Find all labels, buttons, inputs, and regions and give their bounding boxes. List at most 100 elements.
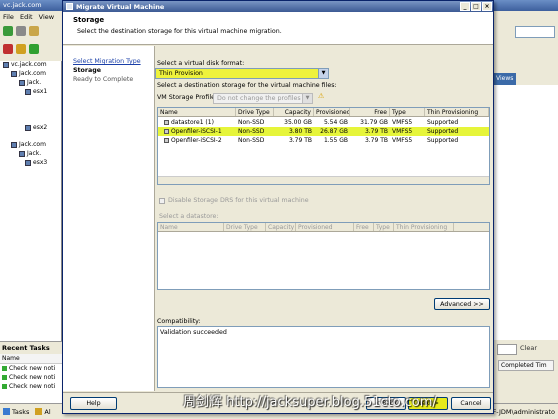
alarms-tab[interactable]: Al [44, 408, 50, 416]
recent-tasks-title: Recent Tasks [0, 342, 62, 354]
wizard-steps-nav: Select Migration Type Storage Ready to C… [63, 46, 155, 391]
host-icon [25, 124, 31, 131]
tree-item[interactable]: Jack. [19, 79, 41, 86]
completed-time-column[interactable]: Completed Tim [498, 360, 554, 371]
stop-icon[interactable] [3, 44, 13, 54]
background-toolbar [0, 23, 62, 61]
tree-item[interactable]: esx3 [25, 159, 47, 166]
datastore-icon [164, 138, 169, 143]
task-status-icon [2, 375, 7, 380]
vm-profile-value: Do not change the profiles [217, 95, 301, 102]
select-datastore-label: Select a datastore: [159, 213, 219, 220]
migrate-vm-dialog: Migrate Virtual Machine _ □ × Storage Se… [62, 0, 494, 414]
menu-view[interactable]: View [39, 13, 54, 21]
views-tab[interactable]: Views [494, 73, 516, 85]
table-row-selected[interactable]: Openfiler-iSCSI-1 Non-SSD 3.80 TB 26.87 … [158, 127, 489, 136]
chevron-down-icon[interactable]: ▼ [318, 69, 328, 78]
wizard-content: Select a virtual disk format: Thin Provi… [155, 46, 493, 391]
pause-icon[interactable] [16, 44, 26, 54]
horizontal-scrollbar[interactable] [158, 176, 489, 184]
vm-profile-label: VM Storage Profile: [157, 94, 218, 101]
task-status-icon [2, 384, 7, 389]
recent-tasks-panel: Recent Tasks Name Check new noti Check n… [0, 341, 62, 403]
minimize-button[interactable]: _ [460, 2, 470, 11]
col-thin-provisioning[interactable]: Thin Provisioning [425, 108, 489, 116]
maximize-button[interactable]: □ [471, 2, 481, 11]
tree-item[interactable]: Jack. [19, 150, 41, 157]
task-row[interactable]: Check new noti [0, 382, 62, 391]
task-filter-input[interactable] [497, 344, 517, 355]
col-free[interactable]: Free [350, 108, 390, 116]
disk-format-value: Thin Provision [159, 70, 203, 77]
menu-edit[interactable]: Edit [20, 13, 33, 21]
forward-nav-icon[interactable] [16, 26, 26, 36]
background-content-area [494, 85, 558, 340]
watermark: 周剑辉 http://jacksuper.blog.51cto.com/ [183, 395, 437, 410]
datastore-table-disabled: Name Drive Type Capacity Provisioned Fre… [157, 222, 490, 290]
cluster-icon [19, 79, 25, 86]
help-button[interactable]: Help [70, 397, 117, 410]
datacenter-icon [11, 70, 17, 77]
table-row[interactable]: Openfiler-iSCSI-2 Non-SSD 3.79 TB 1.55 G… [158, 136, 489, 145]
inventory-tree: vc.jack.com Jack.com Jack. esx1 esx2 Jac… [0, 61, 62, 341]
col-name[interactable]: Name [158, 108, 236, 116]
wizard-step-description: Select the destination storage for this … [77, 28, 282, 35]
play-icon[interactable] [29, 44, 39, 54]
compatibility-label: Compatibility: [157, 318, 201, 325]
task-status-icon [2, 366, 7, 371]
vm-profile-select[interactable]: Do not change the profiles ▼ [213, 93, 313, 104]
compatibility-box: Validation succeeded [157, 326, 490, 388]
datastore-table: Name Drive Type Capacity Provisioned Fre… [157, 107, 490, 185]
table-header: Name Drive Type Capacity Provisioned Fre… [158, 108, 489, 117]
disk-format-label: Select a virtual disk format: [157, 60, 245, 67]
tree-item[interactable]: Jack.com [11, 141, 46, 148]
cluster-icon [19, 150, 25, 157]
tree-item[interactable]: Jack.com [11, 70, 46, 77]
advanced-button[interactable]: Advanced >> [434, 298, 490, 310]
vcenter-icon [3, 61, 9, 68]
host-icon [25, 88, 31, 95]
search-input[interactable] [515, 26, 555, 38]
tree-item[interactable]: esx2 [25, 124, 47, 131]
tasks-tab[interactable]: Tasks [12, 408, 29, 416]
alarms-icon [35, 408, 43, 415]
task-row[interactable]: Check new noti [0, 373, 62, 382]
disk-format-select[interactable]: Thin Provision ▼ [155, 68, 329, 79]
col-provisioned[interactable]: Provisioned [314, 108, 350, 116]
chevron-down-icon[interactable]: ▼ [302, 94, 312, 103]
step-select-migration-type[interactable]: Select Migration Type [73, 58, 144, 65]
datacenter-icon [11, 141, 17, 148]
dialog-title: Migrate Virtual Machine [76, 2, 165, 11]
background-menu-bar: File Edit View [0, 11, 62, 23]
clear-link[interactable]: Clear [520, 344, 537, 352]
step-ready-to-complete: Ready to Complete [73, 76, 134, 83]
wizard-header: Storage Select the destination storage f… [63, 12, 493, 45]
col-type[interactable]: Type [390, 108, 425, 116]
user-label: F-JDM\administrato [492, 407, 555, 416]
menu-file[interactable]: File [3, 13, 14, 21]
datastore-icon [164, 129, 169, 134]
cancel-button[interactable]: Cancel [451, 397, 491, 410]
dest-storage-label: Select a destination storage for the vir… [157, 82, 337, 89]
disable-drs-checkbox[interactable]: Disable Storage DRS for this virtual mac… [159, 197, 309, 204]
col-drive-type[interactable]: Drive Type [236, 108, 274, 116]
back-nav-icon[interactable] [3, 26, 13, 36]
checkbox-box[interactable] [159, 197, 165, 204]
tree-item[interactable]: vc.jack.com [3, 61, 47, 68]
tasks-name-column[interactable]: Name [0, 354, 62, 364]
warning-icon: ⚠ [318, 92, 325, 100]
table-header: Name Drive Type Capacity Provisioned Fre… [158, 223, 489, 232]
app-icon [66, 3, 73, 10]
table-row[interactable]: datastore1 (1) Non-SSD 35.00 GB 5.54 GB … [158, 118, 489, 127]
close-button[interactable]: × [482, 2, 492, 11]
background-title: vc.jack.com [3, 1, 42, 9]
task-row[interactable]: Check new noti [0, 364, 62, 373]
tasks-icon [3, 408, 10, 415]
compatibility-value: Validation succeeded [160, 329, 227, 336]
dialog-title-bar: Migrate Virtual Machine _ □ × [63, 1, 493, 12]
tree-item[interactable]: esx1 [25, 88, 47, 95]
wizard-step-title: Storage [73, 16, 105, 24]
col-capacity[interactable]: Capacity [274, 108, 314, 116]
step-storage: Storage [73, 67, 102, 74]
home-icon[interactable] [29, 26, 39, 36]
